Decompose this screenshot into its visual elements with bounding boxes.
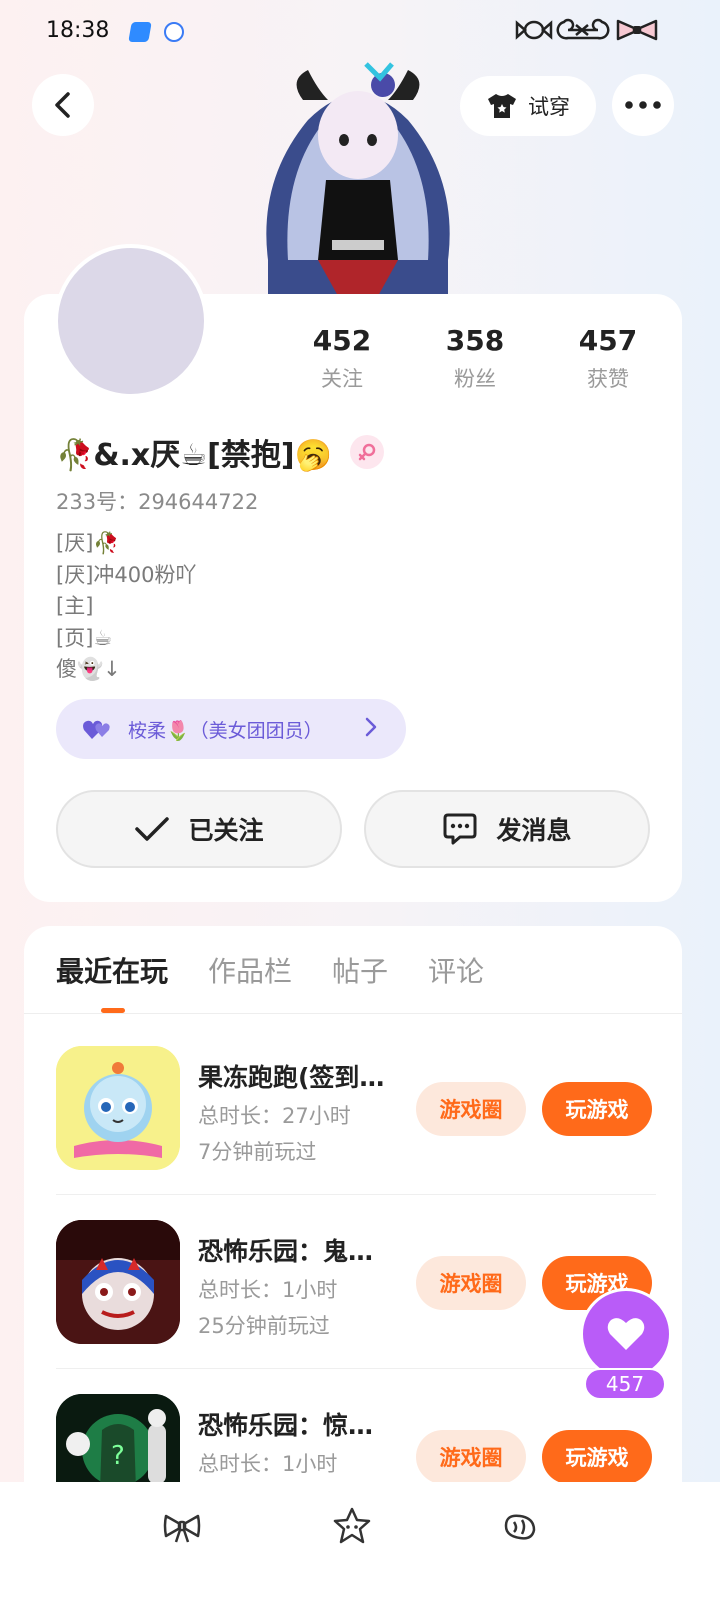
bio-line: [页]☕ (56, 625, 113, 650)
game-circle-button[interactable]: 游戏圈 (416, 1256, 526, 1310)
heart-icon (607, 1318, 645, 1350)
check-icon (135, 817, 170, 841)
svg-text:?: ? (111, 1441, 125, 1471)
tab-comments[interactable]: 评论 (428, 950, 484, 990)
bio: [厌]🥀 [厌]冲400粉吖 [主] [页]☕ 傻👻↓ (56, 528, 196, 686)
nav-star-icon[interactable] (332, 1506, 372, 1546)
play-game-button[interactable]: 玩游戏 (542, 1082, 652, 1136)
tab-divider (24, 1013, 682, 1014)
bone-battery-icon (556, 18, 610, 40)
double-heart-icon (83, 720, 110, 739)
game-duration: 总时长：1小时 (198, 1278, 338, 1302)
chat-bubble-icon (443, 813, 477, 845)
tab-posts[interactable]: 帖子 (332, 950, 388, 990)
message-label: 发消息 (496, 816, 572, 845)
game-last-played: 7分钟前玩过 (198, 1140, 317, 1164)
stat-likes-label: 获赞 (587, 367, 629, 391)
try-on-label: 试穿 (528, 95, 570, 119)
game-circle-button[interactable]: 游戏圈 (416, 1430, 526, 1484)
play-game-button[interactable]: 玩游戏 (542, 1430, 652, 1484)
game-duration: 总时长：1小时 (198, 1452, 338, 1476)
try-on-button[interactable]: 试穿 (460, 76, 596, 136)
game-icon-horror-park-ghost[interactable] (56, 1220, 180, 1344)
female-icon (349, 435, 384, 469)
game-duration: 总时长：27小时 (198, 1104, 351, 1128)
row-divider (56, 1368, 656, 1369)
game-title[interactable]: 恐怖乐园：鬼… (198, 1232, 398, 1268)
stat-following-label: 关注 (321, 367, 363, 391)
paw-notification-icon (164, 22, 184, 42)
message-button[interactable]: 发消息 (364, 790, 650, 868)
bio-line: [主] (56, 594, 94, 618)
tshirt-icon (488, 94, 516, 118)
game-last-played: 25分钟前玩过 (198, 1314, 330, 1338)
nav-bow-icon[interactable] (162, 1506, 202, 1546)
stat-fans-value: 358 (445, 324, 505, 357)
nav-candy-icon[interactable] (500, 1506, 540, 1546)
game-circle-button[interactable]: 游戏圈 (416, 1082, 526, 1136)
stat-following-value: 452 (312, 324, 372, 357)
back-button[interactable] (32, 74, 94, 136)
avatar-figure (248, 60, 468, 296)
stat-fans-label: 粉丝 (454, 367, 496, 391)
app-notification-icon (128, 22, 152, 42)
game-icon-jelly-run[interactable] (56, 1046, 180, 1170)
bio-line: [厌]冲400粉吖 (56, 562, 197, 587)
profile-name: 🥀&.x厌☕[禁抱]🥱 (56, 438, 332, 473)
row-divider (56, 1194, 656, 1195)
status-bar: 18:38 (0, 0, 720, 66)
chevron-right-icon (365, 717, 377, 737)
bio-line: [厌]🥀 (56, 531, 120, 555)
team-badge-label: 桉柔🌷（美女团团员） (128, 719, 323, 742)
more-dots-icon (625, 101, 661, 109)
bio-line: 傻👻↓ (56, 657, 121, 681)
back-arrow-icon (55, 92, 70, 118)
profile-name-row: 🥀&.x厌☕[禁抱]🥱 (56, 430, 384, 474)
like-count: 457 (584, 1368, 666, 1400)
followed-button[interactable]: 已关注 (56, 790, 342, 868)
stat-likes[interactable]: 457 获赞 (558, 324, 658, 393)
candy-icon (515, 20, 553, 40)
game-title[interactable]: 果冻跑跑(签到… (198, 1058, 398, 1094)
stat-fans[interactable]: 358 粉丝 (425, 324, 525, 393)
like-button[interactable] (580, 1288, 672, 1380)
game-title[interactable]: 恐怖乐园：惊… (198, 1406, 398, 1442)
bow-battery-icon (616, 19, 658, 41)
tab-recently-played[interactable]: 最近在玩 (56, 950, 168, 990)
status-time: 18:38 (46, 18, 110, 43)
user-id: 233号：294644722 (56, 490, 259, 514)
team-badge[interactable]: 桉柔🌷（美女团团员） (56, 699, 406, 759)
tab-bar: 最近在玩 作品栏 帖子 评论 (56, 950, 484, 990)
followed-label: 已关注 (188, 816, 264, 845)
more-button[interactable] (612, 74, 674, 136)
stat-following[interactable]: 452 关注 (292, 324, 392, 393)
tab-works[interactable]: 作品栏 (208, 950, 292, 990)
stat-likes-value: 457 (578, 324, 638, 357)
avatar[interactable] (54, 244, 208, 398)
